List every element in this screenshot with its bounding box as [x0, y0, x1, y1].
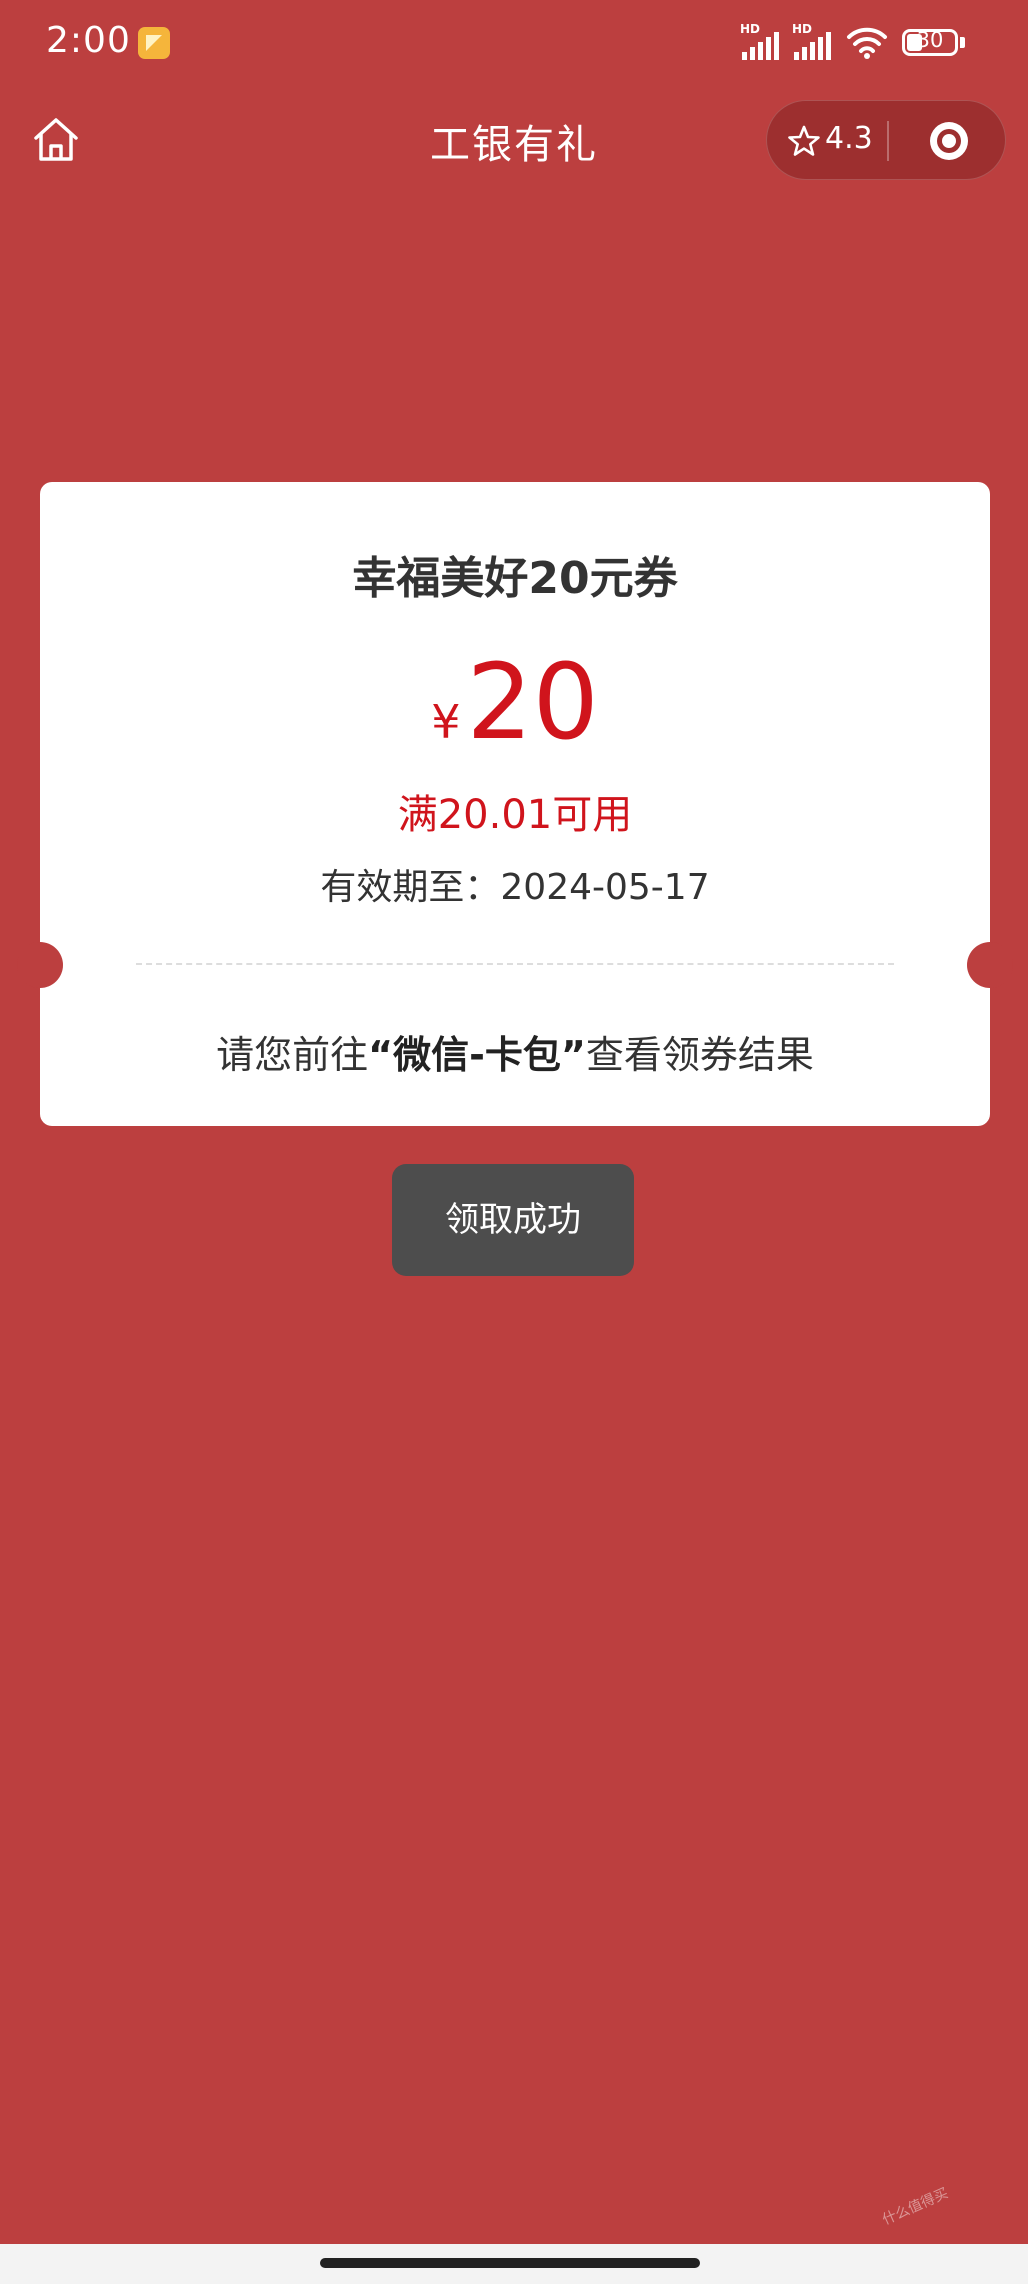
star-icon[interactable]: [787, 124, 821, 158]
watermark-text: 什么值得买: [880, 2185, 951, 2229]
system-navigation-bar: [0, 2244, 1028, 2284]
navigation-bar: 工银有礼 4.3: [0, 90, 1028, 194]
capsule-divider: [887, 121, 889, 161]
signal-icon: HD: [792, 22, 836, 60]
rating-value[interactable]: 4.3: [825, 121, 873, 156]
coupon-title: 幸福美好20元券: [352, 553, 678, 604]
tip-highlight: “微信-卡包”: [368, 1033, 586, 1077]
card-notch-right: [967, 942, 1013, 988]
target-icon[interactable]: [927, 119, 971, 163]
battery-tip: [960, 37, 965, 48]
dashed-divider: [136, 963, 894, 965]
wallet-tip: 请您前往“微信-卡包”查看领券结果: [40, 1024, 990, 1079]
currency-symbol: ¥: [431, 695, 461, 749]
coupon-card: 幸福美好20元券 ¥20 满20.01可用 有效期至：2024-05-17 请您…: [17, 482, 1013, 1126]
notification-icon: [138, 27, 170, 59]
tip-suffix: 查看领券结果: [585, 1033, 814, 1077]
usage-condition: 满20.01可用: [397, 792, 633, 838]
amount-value: 20: [466, 641, 599, 763]
battery-level: 30: [916, 28, 944, 52]
status-time: 2:00: [46, 20, 131, 61]
validity-date: 有效期至：2024-05-17: [320, 867, 710, 908]
success-toast: 领取成功: [392, 1164, 634, 1276]
signal-icon: HD: [740, 22, 784, 60]
home-indicator[interactable]: [320, 2258, 700, 2268]
battery-icon: 30: [902, 28, 958, 56]
coupon-amount: ¥20: [40, 650, 990, 754]
miniprogram-capsule: 4.3: [766, 100, 1006, 180]
tip-prefix: 请您前往: [216, 1033, 369, 1077]
wifi-icon: [847, 27, 887, 59]
status-bar: 2:00 HD HD 30: [0, 0, 1028, 90]
card-notch-left: [17, 942, 63, 988]
